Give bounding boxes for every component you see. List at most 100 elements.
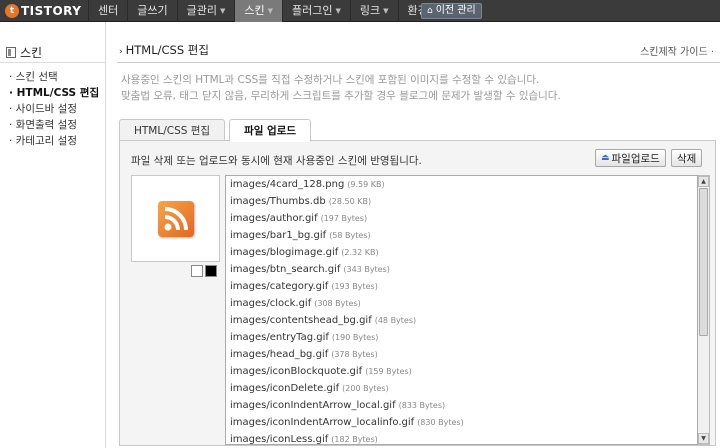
file-list[interactable]: images/4card_128.png (9.59 KB) images/Thum… bbox=[225, 175, 698, 445]
list-item[interactable]: images/contentshead_bg.gif (48 Bytes) bbox=[226, 312, 697, 329]
sidebar-item-4[interactable]: · 카테고리 설정 bbox=[9, 133, 99, 149]
file-size: (58 Bytes) bbox=[329, 231, 371, 240]
main-nav: 센터글쓰기글관리▼스킨▼플러그인▼링크▼환경설정▼ bbox=[88, 0, 465, 22]
file-size: (378 Bytes) bbox=[331, 350, 378, 359]
file-name: images/entryTag.gif bbox=[230, 332, 329, 343]
list-item[interactable]: images/iconIndentArrow_local.gif (833 Byt… bbox=[226, 397, 697, 414]
tistory-logo-icon: t bbox=[5, 4, 19, 18]
white-background-swatch[interactable] bbox=[191, 265, 203, 277]
top-bar: t TISTORY 센터글쓰기글관리▼스킨▼플러그인▼링크▼환경설정▼ ⌂ 이전… bbox=[0, 0, 720, 22]
file-size: (182 Bytes) bbox=[331, 435, 378, 444]
file-size: (190 Bytes) bbox=[331, 333, 379, 342]
list-item[interactable]: images/entryTag.gif (190 Bytes) bbox=[226, 329, 697, 346]
chevron-down-icon: ▼ bbox=[267, 7, 274, 15]
description-line-2: 맞춤법 오류, 태그 닫지 않음, 무리하게 스크립트를 추가할 경우 블로그에… bbox=[121, 90, 561, 102]
sidebar-item-2[interactable]: · 사이드바 설정 bbox=[9, 101, 99, 117]
file-size: (193 Bytes) bbox=[331, 282, 378, 291]
list-item[interactable]: images/author.gif (197 Bytes) bbox=[226, 210, 697, 227]
skin-icon bbox=[6, 47, 16, 58]
list-item[interactable]: images/4card_128.png (9.59 KB) bbox=[226, 176, 697, 193]
sidebar-item-1[interactable]: · HTML/CSS 편집 bbox=[9, 85, 99, 101]
sidebar-divider bbox=[0, 62, 105, 63]
file-name: images/btn_search.gif bbox=[230, 264, 341, 275]
file-size: (200 Bytes) bbox=[342, 384, 389, 393]
file-size: (48 Bytes) bbox=[374, 316, 417, 325]
scroll-up-arrow-icon[interactable]: ▲ bbox=[698, 176, 709, 187]
nav-item-1[interactable]: 글쓰기 bbox=[127, 0, 176, 22]
file-name: images/category.gif bbox=[230, 281, 329, 292]
nav-item-label: 글쓰기 bbox=[137, 4, 168, 17]
file-size: (9.59 KB) bbox=[347, 180, 385, 189]
tistory-logo[interactable]: t TISTORY bbox=[5, 3, 81, 19]
delete-button[interactable]: 삭제 bbox=[671, 149, 703, 167]
sidebar-title: 스킨 bbox=[6, 44, 42, 61]
file-name: images/author.gif bbox=[230, 213, 318, 224]
description-line-1: 사용중인 스킨의 HTML과 CSS를 직접 수정하거나 스킨에 포함된 이미지… bbox=[121, 74, 540, 86]
file-list-scrollbar[interactable]: ▲ ▼ bbox=[698, 175, 710, 445]
list-item[interactable]: images/Thumbs.db (28.50 KB) bbox=[226, 193, 697, 210]
rss-icon bbox=[157, 200, 194, 237]
tab-html-css[interactable]: HTML/CSS 편집 bbox=[119, 119, 226, 141]
nav-item-0[interactable]: 센터 bbox=[88, 0, 127, 22]
file-size: (159 Bytes) bbox=[365, 367, 412, 376]
title-arrow-icon: › bbox=[119, 47, 123, 57]
upload-icon: ⏏ bbox=[601, 153, 610, 163]
sidebar-title-text: 스킨 bbox=[20, 46, 43, 60]
black-background-swatch[interactable] bbox=[205, 265, 217, 277]
nav-item-2[interactable]: 글관리 ▼ bbox=[176, 0, 235, 22]
file-size: (197 Bytes) bbox=[320, 214, 368, 223]
nav-item-label: 플러그인 bbox=[292, 4, 333, 17]
sidebar-item-0[interactable]: · 스킨 선택 bbox=[9, 69, 99, 85]
list-item[interactable]: images/blogimage.gif (2.32 KB) bbox=[226, 244, 697, 261]
page-title-text: HTML/CSS 편집 bbox=[125, 43, 209, 57]
file-size: (343 Bytes) bbox=[343, 265, 390, 274]
file-name: images/bar1_bg.gif bbox=[230, 230, 327, 241]
chevron-down-icon: ▼ bbox=[220, 7, 226, 15]
scroll-down-arrow-icon[interactable]: ▼ bbox=[698, 433, 709, 444]
chevron-down-icon: ▼ bbox=[335, 7, 341, 15]
nav-item-label: 센터 bbox=[98, 4, 119, 17]
file-name: images/iconLess.gif bbox=[230, 434, 329, 445]
file-name: images/contentshead_bg.gif bbox=[230, 315, 372, 326]
file-upload-panel: 파일 삭제 또는 업로드와 동시에 현재 사용중인 스킨에 반영됩니다. ⏏ 파… bbox=[119, 140, 716, 446]
home-icon: ⌂ bbox=[427, 6, 433, 16]
tab-file-upload[interactable]: 파일 업로드 bbox=[229, 119, 312, 142]
sidebar-item-3[interactable]: · 화면출력 설정 bbox=[9, 117, 99, 133]
image-preview bbox=[131, 175, 220, 262]
nav-item-label: 글관리 bbox=[186, 4, 217, 17]
list-item[interactable]: images/bar1_bg.gif (58 Bytes) bbox=[226, 227, 697, 244]
nav-item-5[interactable]: 링크 ▼ bbox=[349, 0, 398, 22]
file-name: images/Thumbs.db bbox=[230, 196, 326, 207]
list-item[interactable]: images/head_bg.gif (378 Bytes) bbox=[226, 346, 697, 363]
file-name: images/iconIndentArrow_local.gif bbox=[230, 400, 396, 411]
sidebar: 스킨 · 스킨 선택 · HTML/CSS 편집 · 사이드바 설정 · 화면출력 설… bbox=[0, 22, 106, 448]
list-item[interactable]: images/iconDelete.gif (200 Bytes) bbox=[226, 380, 697, 397]
previous-admin-label: 이전 관리 bbox=[435, 5, 476, 16]
list-item[interactable]: images/clock.gif (308 Bytes) bbox=[226, 295, 697, 312]
file-upload-button[interactable]: ⏏ 파일업로드 bbox=[595, 149, 666, 167]
list-item[interactable]: images/iconBlockquote.gif (159 Bytes) bbox=[226, 363, 697, 380]
list-item[interactable]: images/iconIndentArrow_localinfo.gif (830… bbox=[226, 414, 697, 431]
file-name: images/iconIndentArrow_localinfo.gif bbox=[230, 417, 415, 428]
skin-guide-link[interactable]: 스킨제작 가이드 · bbox=[640, 43, 714, 58]
file-size: (830 Bytes) bbox=[417, 418, 464, 427]
main-content: › HTML/CSS 편집 스킨제작 가이드 · 사용중인 스킨의 HTML과 C… bbox=[107, 22, 720, 448]
description: 사용중인 스킨의 HTML과 CSS를 직접 수정하거나 스킨에 포함된 이미지… bbox=[121, 72, 561, 104]
file-name: images/blogimage.gif bbox=[230, 247, 339, 258]
file-name: images/clock.gif bbox=[230, 298, 312, 309]
sidebar-menu: · 스킨 선택 · HTML/CSS 편집 · 사이드바 설정 · 화면출력 설정 · … bbox=[9, 69, 99, 149]
file-size: (28.50 KB) bbox=[328, 197, 372, 206]
list-item[interactable]: images/btn_search.gif (343 Bytes) bbox=[226, 261, 697, 278]
previous-admin-button[interactable]: ⌂ 이전 관리 bbox=[421, 3, 482, 19]
nav-item-label: 스킨 bbox=[244, 4, 265, 17]
file-name: images/head_bg.gif bbox=[230, 349, 329, 360]
nav-item-3[interactable]: 스킨 ▼ bbox=[234, 0, 283, 22]
file-name: images/iconDelete.gif bbox=[230, 383, 340, 394]
nav-item-4[interactable]: 플러그인 ▼ bbox=[282, 0, 350, 22]
list-item[interactable]: images/category.gif (193 Bytes) bbox=[226, 278, 697, 295]
upload-info-text: 파일 삭제 또는 업로드와 동시에 현재 사용중인 스킨에 반영됩니다. bbox=[131, 155, 422, 167]
scrollbar-thumb[interactable] bbox=[699, 188, 708, 336]
nav-item-label: 링크 bbox=[359, 4, 381, 17]
list-item[interactable]: images/iconLess.gif (182 Bytes) bbox=[226, 431, 697, 445]
preview-background-swatches bbox=[191, 265, 219, 277]
